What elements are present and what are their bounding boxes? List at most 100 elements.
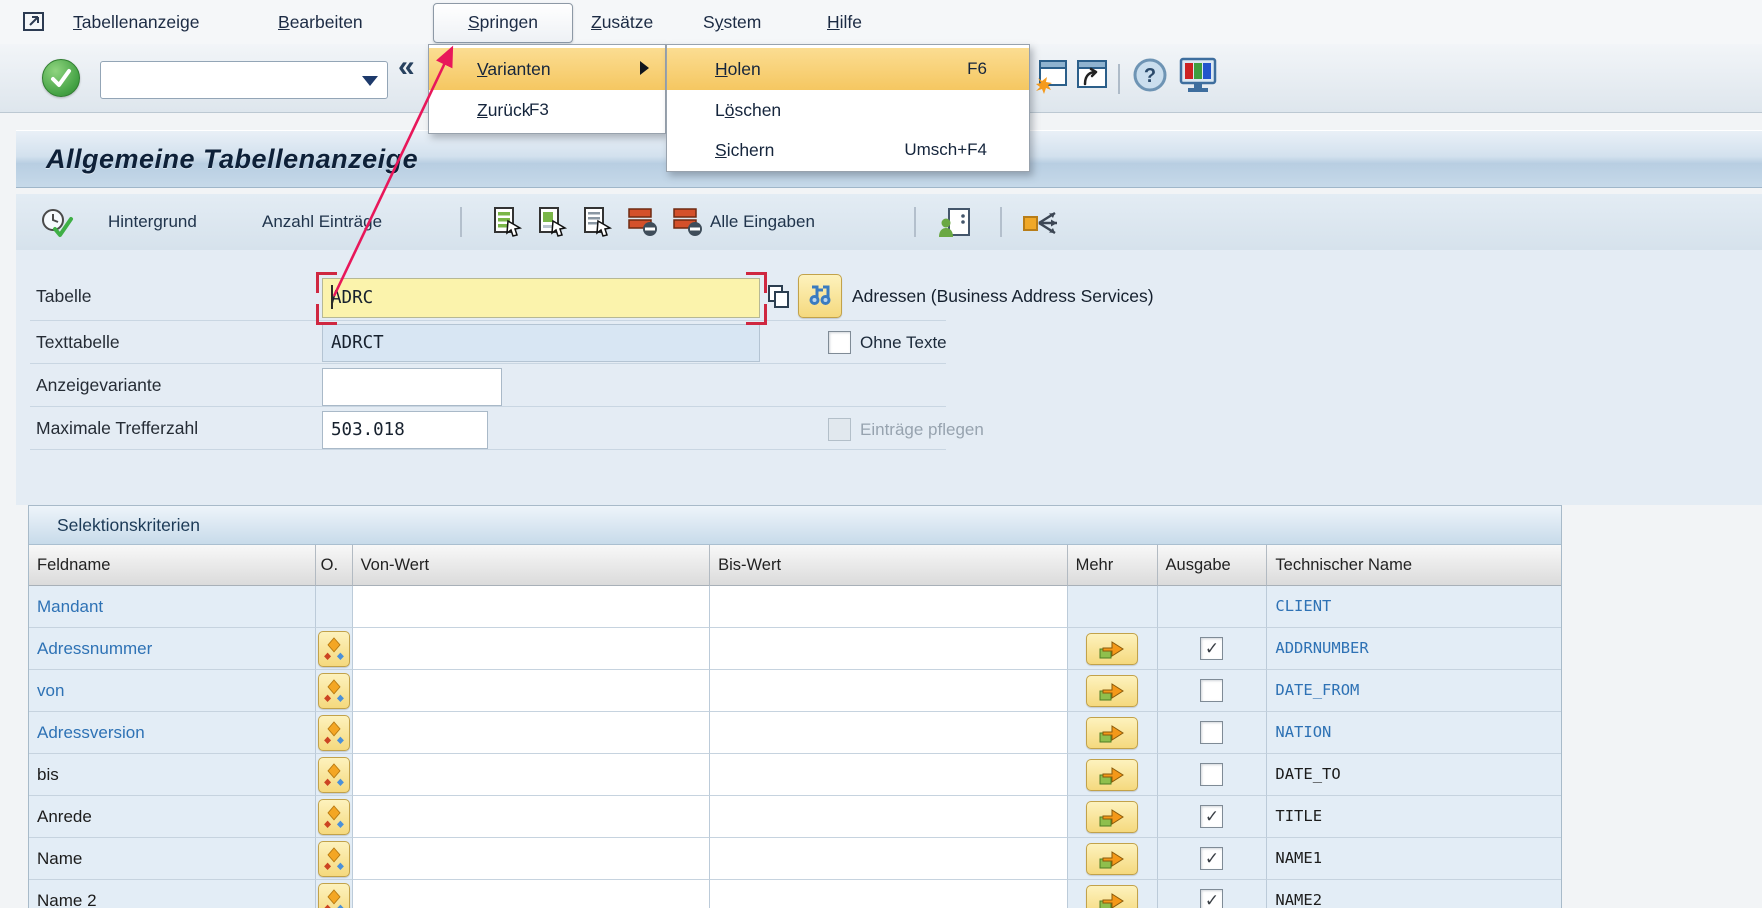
more-arrow-icon xyxy=(1099,681,1125,701)
new-session-icon[interactable] xyxy=(1030,58,1068,99)
bis-wert-input[interactable] xyxy=(710,838,1068,880)
menu-item-varianten[interactable]: Varianten xyxy=(429,48,665,90)
menu-item-zurueck[interactable]: Zurück F3 xyxy=(429,90,665,130)
collapse-toolbar-button[interactable]: « xyxy=(398,50,415,84)
chevron-down-icon[interactable] xyxy=(362,76,378,86)
mehr-button[interactable] xyxy=(1086,717,1138,749)
eintraege-pflegen-checkbox[interactable] xyxy=(828,418,851,441)
row-separator xyxy=(30,449,946,450)
ausgabe-checkbox[interactable] xyxy=(1200,847,1223,870)
multiple-selection-button[interactable] xyxy=(318,883,350,908)
von-wert-input[interactable] xyxy=(353,838,711,880)
anzeigevariante-field[interactable] xyxy=(322,368,502,406)
table-row: Name NAME1 xyxy=(29,838,1561,880)
bis-wert-input[interactable] xyxy=(710,796,1068,838)
menu-item-loeschen[interactable]: Löschen xyxy=(667,90,1029,130)
ausgabe-checkbox[interactable] xyxy=(1200,637,1223,660)
feldname-link[interactable]: bis xyxy=(37,765,59,784)
delete-selection-icon[interactable] xyxy=(625,207,659,242)
anzahl-eintraege-button[interactable]: Anzahl Einträge xyxy=(262,194,382,250)
multiple-selection-button[interactable] xyxy=(318,631,350,667)
tabelle-input[interactable] xyxy=(323,279,759,317)
ausgabe-checkbox[interactable] xyxy=(1200,721,1223,744)
command-field[interactable] xyxy=(100,61,388,99)
system-menu-icon[interactable] xyxy=(22,9,49,38)
anzeigevariante-input[interactable] xyxy=(323,369,501,405)
submenu-arrow-icon xyxy=(640,61,649,75)
delete-all-entries-icon[interactable] xyxy=(670,207,704,242)
customize-layout-icon[interactable] xyxy=(1178,57,1218,100)
multiple-selection-button[interactable] xyxy=(318,673,350,709)
maximale-trefferzahl-input[interactable] xyxy=(323,412,487,448)
ausgabe-checkbox[interactable] xyxy=(1200,679,1223,702)
von-wert-input[interactable] xyxy=(353,880,711,908)
mehr-button[interactable] xyxy=(1086,801,1138,833)
feldname-link[interactable]: Anrede xyxy=(37,807,92,826)
row-separator xyxy=(30,320,946,321)
bis-wert-input[interactable] xyxy=(710,712,1068,754)
multiple-selection-button[interactable] xyxy=(318,841,350,877)
ausgabe-checkbox[interactable] xyxy=(1200,805,1223,828)
user-parameters-icon[interactable] xyxy=(938,207,978,244)
hintergrund-button[interactable]: Hintergrund xyxy=(108,194,197,250)
texttabelle-field[interactable] xyxy=(322,324,760,362)
mehr-button[interactable] xyxy=(1086,759,1138,791)
annotation-bracket xyxy=(316,304,337,325)
menu-item-holen[interactable]: Holen F6 xyxy=(667,48,1029,90)
bis-wert-input[interactable] xyxy=(710,670,1068,712)
von-wert-input[interactable] xyxy=(353,670,711,712)
ohne-texte-checkbox[interactable] xyxy=(828,331,851,354)
feldname-link[interactable]: Adressnummer xyxy=(37,639,152,658)
menu-tabellenanzeige[interactable]: Tabellenanzeige xyxy=(73,0,200,44)
choose-selection-fields-icon[interactable] xyxy=(490,207,524,242)
mehr-button[interactable] xyxy=(1086,633,1138,665)
menu-springen[interactable]: Springen xyxy=(433,3,573,43)
command-input[interactable] xyxy=(105,64,349,94)
menu-bearbeiten[interactable]: Bearbeiten xyxy=(278,0,363,44)
von-wert-input[interactable] xyxy=(353,796,711,838)
menu-zusaetze[interactable]: Zusätze xyxy=(591,0,653,44)
distribute-icon[interactable] xyxy=(1022,207,1066,244)
feldname-link[interactable]: Adressversion xyxy=(37,723,145,742)
von-wert-input[interactable] xyxy=(353,586,711,628)
help-icon[interactable]: ? xyxy=(1132,57,1168,98)
mehr-button[interactable] xyxy=(1086,843,1138,875)
create-shortcut-icon[interactable] xyxy=(1074,58,1110,99)
enter-button[interactable] xyxy=(42,59,80,97)
bis-wert-input[interactable] xyxy=(710,880,1068,908)
feldname-link[interactable]: Mandant xyxy=(37,597,103,616)
alle-eingaben-button[interactable]: Alle Eingaben xyxy=(710,194,815,250)
von-wert-input[interactable] xyxy=(353,754,711,796)
mehr-button[interactable] xyxy=(1086,885,1138,908)
multiple-selection-button[interactable] xyxy=(318,757,350,793)
maximale-trefferzahl-field[interactable] xyxy=(322,411,488,449)
bis-wert-input[interactable] xyxy=(710,754,1068,796)
feldname-link[interactable]: Name xyxy=(37,849,82,868)
toolbar-separator xyxy=(1118,64,1120,94)
menu-hilfe[interactable]: Hilfe xyxy=(827,0,862,44)
selection-list-icon[interactable] xyxy=(580,207,614,242)
annotation-bracket xyxy=(746,272,767,293)
col-ausgabe: Ausgabe xyxy=(1158,545,1268,586)
texttabelle-input[interactable] xyxy=(323,325,759,361)
menu-item-sichern[interactable]: Sichern Umsch+F4 xyxy=(667,130,1029,170)
table-row: Anrede TITLE xyxy=(29,796,1561,838)
tabelle-field[interactable] xyxy=(322,278,760,318)
multiple-selection-button[interactable] xyxy=(318,715,350,751)
find-table-button[interactable] xyxy=(798,274,842,318)
bis-wert-input[interactable] xyxy=(710,586,1068,628)
feldname-link[interactable]: von xyxy=(37,681,64,700)
feldname-link[interactable]: Name 2 xyxy=(37,891,97,908)
menu-system[interactable]: System xyxy=(703,0,761,44)
von-wert-input[interactable] xyxy=(353,712,711,754)
table-row: bis DATE_TO xyxy=(29,754,1561,796)
selection-block-icon[interactable] xyxy=(535,207,569,242)
execute-icon[interactable] xyxy=(40,207,74,244)
bis-wert-input[interactable] xyxy=(710,628,1068,670)
mehr-button[interactable] xyxy=(1086,675,1138,707)
multiple-selection-button[interactable] xyxy=(318,799,350,835)
von-wert-input[interactable] xyxy=(353,628,711,670)
ausgabe-checkbox[interactable] xyxy=(1200,889,1223,908)
ausgabe-checkbox[interactable] xyxy=(1200,763,1223,786)
possible-entries-button[interactable] xyxy=(764,280,794,314)
